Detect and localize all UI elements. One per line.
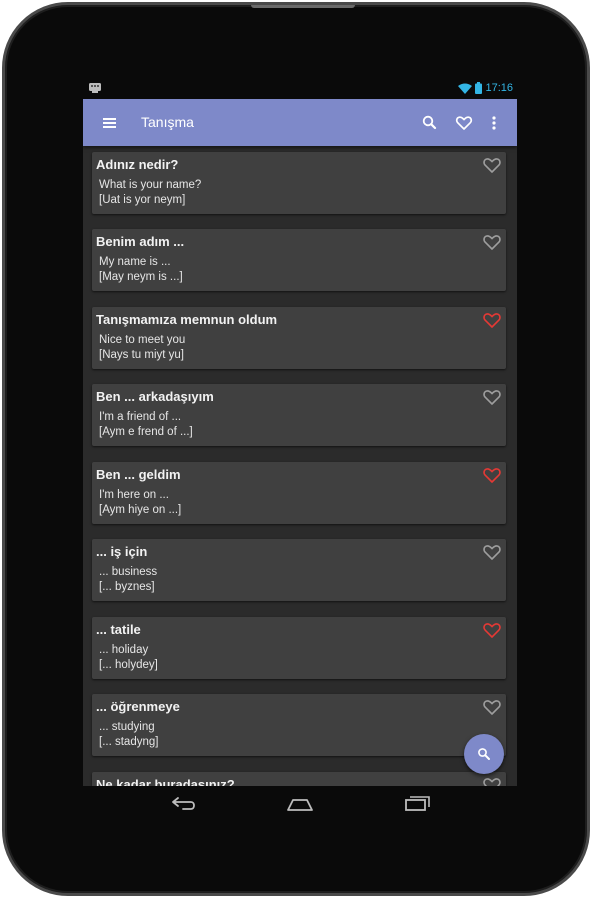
phrase-card[interactable]: Ben ... arkadaşıyım I'm a friend of ... … [92,384,506,446]
phrase-english: ... studying [99,721,155,733]
phrase-turkish: Benim adım ... [96,234,185,249]
phrase-turkish: Adınız nedir? [96,157,179,172]
phrase-pronunciation: [... stadyng] [99,736,159,748]
phrase-card[interactable]: ... öğrenmeye ... studying [... stadyng] [92,694,506,756]
favorites-icon[interactable] [454,113,474,133]
phrase-card[interactable]: ... iş için ... business [... byznes] [92,539,506,601]
favorite-heart-icon[interactable] [482,388,502,406]
overflow-menu-icon[interactable] [484,113,504,133]
status-bar: 17:16 [83,80,517,99]
phrase-pronunciation: [... byznes] [99,581,155,593]
phrase-pronunciation: [May neym is ...] [99,271,183,283]
phrase-pronunciation: [Uat is yor neym] [99,194,186,206]
search-icon[interactable] [420,113,440,133]
notification-icon [89,83,101,93]
phrase-pronunciation: [Aym hiye on ...] [99,504,182,516]
status-icons: 17:16 [458,82,513,94]
phrase-card[interactable]: Tanışmamıza memnun oldum Nice to meet yo… [92,307,506,369]
phrase-card[interactable]: ... tatile ... holiday [... holydey] [92,617,506,679]
phrase-turkish: ... öğrenmeye [96,699,180,714]
phrase-card[interactable]: Benim adım ... My name is ... [May neym … [92,229,506,291]
device-notch [251,5,355,8]
battery-icon [475,82,483,94]
phrase-card[interactable]: Ne kadar buradasınız? [92,772,506,786]
phrase-turkish: ... iş için [96,544,148,559]
phrase-english: ... holiday [99,644,149,656]
favorite-heart-icon[interactable] [482,776,502,786]
phrase-english: Nice to meet you [99,334,186,346]
phrase-turkish: Tanışmamıza memnun oldum [96,312,278,327]
phrase-english: What is your name? [99,179,202,191]
back-icon[interactable] [169,794,199,814]
search-fab-button[interactable] [464,734,504,774]
favorite-heart-icon[interactable] [482,311,502,329]
page-title: Tanışma [141,114,194,130]
phrase-turkish: Ben ... arkadaşıyım [96,389,214,404]
favorite-heart-icon[interactable] [482,466,502,484]
phrase-english: My name is ... [99,256,171,268]
wifi-icon [458,83,473,94]
phrase-pronunciation: [... holydey] [99,659,158,671]
phrase-turkish: ... tatile [96,622,141,637]
favorite-heart-icon[interactable] [482,543,502,561]
favorite-heart-icon[interactable] [482,621,502,639]
phrase-english: I'm here on ... [99,489,169,501]
phrase-english: ... business [99,566,158,578]
phrase-turkish: Ben ... geldim [96,467,181,482]
clock: 17:16 [485,82,513,94]
menu-icon[interactable] [102,115,118,131]
phrase-pronunciation: [Nays tu miyt yu] [99,349,184,361]
system-nav-bar [83,786,517,822]
app-screen: Tanışma Adınız nedir? What is your name?… [83,99,517,786]
phrase-card[interactable]: Ben ... geldim I'm here on ... [Aym hiye… [92,462,506,524]
search-icon [478,748,490,760]
home-icon[interactable] [285,794,315,814]
favorite-heart-icon[interactable] [482,233,502,251]
phrase-english: I'm a friend of ... [99,411,182,423]
favorite-heart-icon[interactable] [482,156,502,174]
phrase-card[interactable]: Adınız nedir? What is your name? [Uat is… [92,152,506,214]
app-bar: Tanışma [83,99,517,146]
recent-apps-icon[interactable] [402,794,432,814]
favorite-heart-icon[interactable] [482,698,502,716]
phrase-pronunciation: [Aym e frend of ...] [99,426,193,438]
phrase-turkish: Ne kadar buradasınız? [96,777,235,786]
